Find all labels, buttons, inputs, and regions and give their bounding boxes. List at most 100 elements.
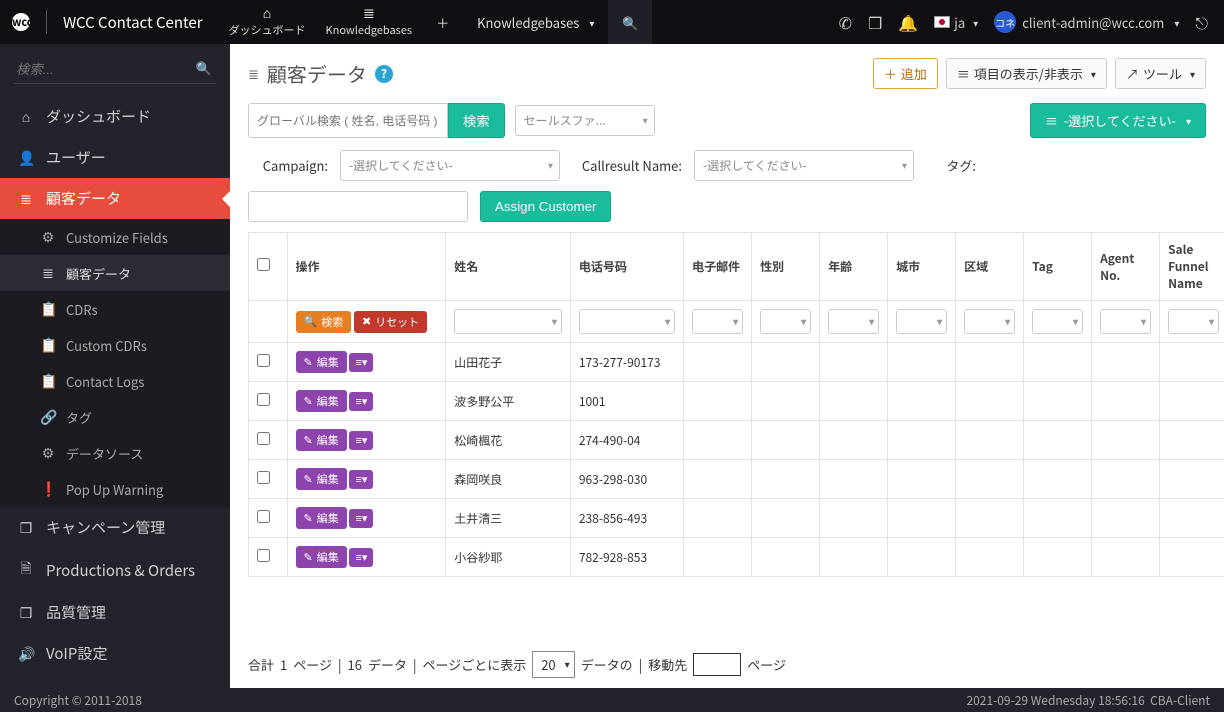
filter-name[interactable] — [454, 309, 562, 334]
pager-data-of: データの — [581, 655, 633, 674]
topnav-dashboard-label: ダッシュボード — [229, 22, 306, 38]
row-menu-button[interactable]: ≡▾ — [349, 509, 373, 528]
row-checkbox[interactable] — [257, 510, 270, 523]
filter-phone[interactable] — [579, 309, 675, 334]
global-search: 検索 — [248, 103, 505, 138]
sidebar-sub-tags[interactable]: 🔗タグ — [0, 399, 230, 435]
filter-district[interactable] — [964, 309, 1015, 334]
sidebar-item-voip[interactable]: 🔊VoIP設定 — [0, 633, 230, 674]
user-email: client-admin@wcc.com — [1022, 13, 1164, 32]
sidebar-sub-label: 顧客データ — [66, 264, 131, 283]
topnav-add[interactable]: ＋ — [422, 0, 463, 44]
col-city: 城市 — [888, 233, 956, 301]
select-all-checkbox[interactable] — [257, 258, 270, 271]
sidebar-item-users[interactable]: 👤ユーザー — [0, 137, 230, 178]
topnav-kb-dropdown-label: Knowledgebases — [477, 13, 579, 32]
global-search-button[interactable]: 検索 — [448, 103, 505, 138]
row-edit-button[interactable]: ✎編集 — [296, 507, 347, 529]
sidebar-sub-popup-warning[interactable]: ❗Pop Up Warning — [0, 471, 230, 507]
pager-data-count: 16 — [348, 655, 362, 674]
filter-agent[interactable] — [1100, 309, 1151, 334]
assign-customer-button[interactable]: Assign Customer — [480, 191, 611, 222]
add-button[interactable]: ＋追加 — [873, 58, 938, 89]
extra-filter-input[interactable] — [248, 191, 468, 222]
choose-button-label: -選択してください- — [1064, 111, 1176, 130]
choose-button[interactable]: ≡-選択してください- — [1030, 103, 1206, 138]
table-search-button[interactable]: 🔍検索 — [296, 311, 352, 333]
sales-funnel-select[interactable]: セールスファ... — [515, 105, 655, 136]
sidebar-sub-customize-fields[interactable]: ⚙Customize Fields — [0, 219, 230, 255]
sidebar-item-dashboard[interactable]: ⌂ダッシュボード — [0, 96, 230, 137]
cell-name: 山田花子 — [446, 343, 571, 382]
table-row: ✎編集 ≡▾土井清三238-856-49307 — [249, 499, 1224, 538]
row-checkbox[interactable] — [257, 471, 270, 484]
logout-icon[interactable]: ⎋ — [1195, 10, 1208, 34]
sidebar-sub-label: データソース — [66, 444, 143, 463]
sidebar-sub-custom-cdrs[interactable]: 📋Custom CDRs — [0, 327, 230, 363]
layers-icon[interactable]: ❒ — [868, 10, 882, 34]
row-edit-button[interactable]: ✎編集 — [296, 546, 347, 568]
campaign-select[interactable]: -選択してください- — [340, 150, 560, 181]
database-icon: ≣ — [18, 189, 34, 209]
topnav-knowledgebases[interactable]: ≣ Knowledgebases — [316, 0, 423, 44]
row-edit-button[interactable]: ✎編集 — [296, 390, 347, 412]
filter-tag[interactable] — [1032, 309, 1083, 334]
pager-goto-input[interactable] — [693, 653, 741, 676]
table-search-label: 検索 — [321, 314, 343, 330]
pager-per-page-select[interactable]: 20 — [532, 651, 574, 678]
sidebar-sub-datasource[interactable]: ⚙データソース — [0, 435, 230, 471]
user-menu[interactable]: コネ client-admin@wcc.com — [994, 11, 1179, 33]
filter-city[interactable] — [896, 309, 947, 334]
row-menu-button[interactable]: ≡▾ — [349, 548, 373, 567]
row-checkbox[interactable] — [257, 549, 270, 562]
filter-email[interactable] — [692, 309, 743, 334]
help-icon[interactable]: ? — [375, 65, 393, 83]
phone-icon[interactable]: ✆ — [839, 10, 852, 34]
columns-button[interactable]: ≡項目の表示/非表示 — [946, 58, 1107, 89]
sidebar-sub-customer: ⚙Customize Fields ≣顧客データ 📋CDRs 📋Custom C… — [0, 219, 230, 507]
database-icon: ≣ — [248, 64, 259, 83]
sidebar-item-customer-data[interactable]: ≣顧客データ — [0, 178, 230, 219]
table-row: ✎編集 ≡▾森岡咲良963-298-03007 — [249, 460, 1224, 499]
topnav-kb-dropdown[interactable]: Knowledgebases — [463, 0, 608, 44]
row-checkbox[interactable] — [257, 354, 270, 367]
pager-separator: | — [338, 655, 342, 674]
layers-icon: ❒ — [18, 518, 34, 538]
sidebar-sub-contact-logs[interactable]: 📋Contact Logs — [0, 363, 230, 399]
document-icon: 🗎 — [18, 558, 34, 582]
row-edit-button[interactable]: ✎編集 — [296, 468, 347, 490]
list-icon: ≡▾ — [355, 474, 367, 486]
sidebar-sub-cdrs[interactable]: 📋CDRs — [0, 291, 230, 327]
sidebar-item-label: ダッシュボード — [46, 106, 151, 127]
bell-icon[interactable]: 🔔 — [898, 10, 918, 34]
locale-switcher[interactable]: ja — [934, 13, 978, 32]
brand: wcc WCC Contact Center — [0, 10, 215, 34]
row-edit-button[interactable]: ✎編集 — [296, 351, 347, 373]
sidebar-item-productions[interactable]: 🗎Productions & Orders — [0, 548, 230, 592]
filter-age[interactable] — [828, 309, 879, 334]
cell-name: 土井清三 — [446, 499, 571, 538]
sidebar-sub-label: Contact Logs — [66, 372, 144, 391]
callresult-select[interactable]: -選択してください- — [694, 150, 914, 181]
sidebar-item-quality[interactable]: ❒品質管理 — [0, 592, 230, 633]
edit-icon: ✎ — [304, 551, 313, 564]
table-reset-button[interactable]: ✖リセット — [354, 311, 427, 333]
topnav-search[interactable]: 🔍 — [608, 0, 652, 44]
sidebar-search-input[interactable] — [14, 56, 216, 84]
row-edit-button[interactable]: ✎編集 — [296, 429, 347, 451]
row-checkbox[interactable] — [257, 393, 270, 406]
row-checkbox[interactable] — [257, 432, 270, 445]
sidebar-item-campaign[interactable]: ❒キャンペーン管理 — [0, 507, 230, 548]
global-search-input[interactable] — [248, 103, 448, 138]
topnav-dashboard[interactable]: ⌂ ダッシュボード — [219, 0, 316, 44]
filter-sfn[interactable] — [1168, 309, 1219, 334]
row-menu-button[interactable]: ≡▾ — [349, 353, 373, 372]
search-icon[interactable]: 🔍 — [196, 58, 212, 77]
row-menu-button[interactable]: ≡▾ — [349, 470, 373, 489]
sidebar-sub-customer-data[interactable]: ≣顧客データ — [0, 255, 230, 291]
filter-sex[interactable] — [760, 309, 811, 334]
brand-logo: wcc — [12, 13, 30, 31]
row-menu-button[interactable]: ≡▾ — [349, 392, 373, 411]
tools-button[interactable]: ↗ツール — [1115, 58, 1206, 89]
row-menu-button[interactable]: ≡▾ — [349, 431, 373, 450]
